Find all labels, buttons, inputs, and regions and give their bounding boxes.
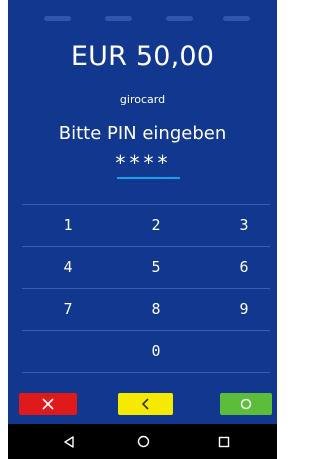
key-9[interactable]: 9 xyxy=(224,289,264,330)
card-type: girocard xyxy=(119,93,166,106)
keypad-row: 7 8 9 xyxy=(22,288,270,330)
keypad-row: 1 2 3 xyxy=(22,204,270,246)
key-5[interactable]: 5 xyxy=(136,247,176,288)
status-indicator xyxy=(166,16,193,21)
key-7[interactable]: 7 xyxy=(48,289,88,330)
key-1[interactable]: 1 xyxy=(48,205,88,246)
triangle-back-icon xyxy=(64,435,74,448)
status-indicator xyxy=(44,16,71,21)
payment-terminal-screen: EUR 50,00 girocard Bitte PIN eingeben **… xyxy=(8,0,277,459)
keypad-row: 4 5 6 xyxy=(22,246,270,288)
pin-input-display[interactable]: **** xyxy=(8,151,277,175)
key-2[interactable]: 2 xyxy=(136,205,176,246)
keypad-row: 0 xyxy=(22,330,270,373)
circle-icon xyxy=(240,398,252,410)
status-indicator xyxy=(223,16,250,21)
key-8[interactable]: 8 xyxy=(136,289,176,330)
chevron-left-icon xyxy=(141,398,149,410)
status-indicators xyxy=(8,16,277,22)
key-4[interactable]: 4 xyxy=(48,247,88,288)
correction-button[interactable] xyxy=(118,393,173,415)
pin-prompt: Bitte PIN eingeben xyxy=(58,123,227,144)
android-navigation-bar xyxy=(8,424,277,459)
key-0[interactable]: 0 xyxy=(136,331,176,372)
back-button[interactable] xyxy=(49,424,89,459)
recents-button[interactable] xyxy=(204,424,244,459)
status-indicator xyxy=(105,16,132,21)
key-3[interactable]: 3 xyxy=(224,205,264,246)
home-button[interactable] xyxy=(123,424,163,459)
pin-underline xyxy=(117,177,180,179)
pin-keypad: 1 2 3 4 5 6 7 8 9 0 xyxy=(22,204,270,373)
circle-home-icon xyxy=(137,435,149,448)
action-buttons xyxy=(8,393,277,415)
key-6[interactable]: 6 xyxy=(224,247,264,288)
cancel-button[interactable] xyxy=(19,393,77,415)
square-recents-icon xyxy=(218,436,230,447)
close-icon xyxy=(42,398,54,410)
payment-amount: EUR 50,00 xyxy=(70,41,215,72)
confirm-button[interactable] xyxy=(220,393,272,415)
